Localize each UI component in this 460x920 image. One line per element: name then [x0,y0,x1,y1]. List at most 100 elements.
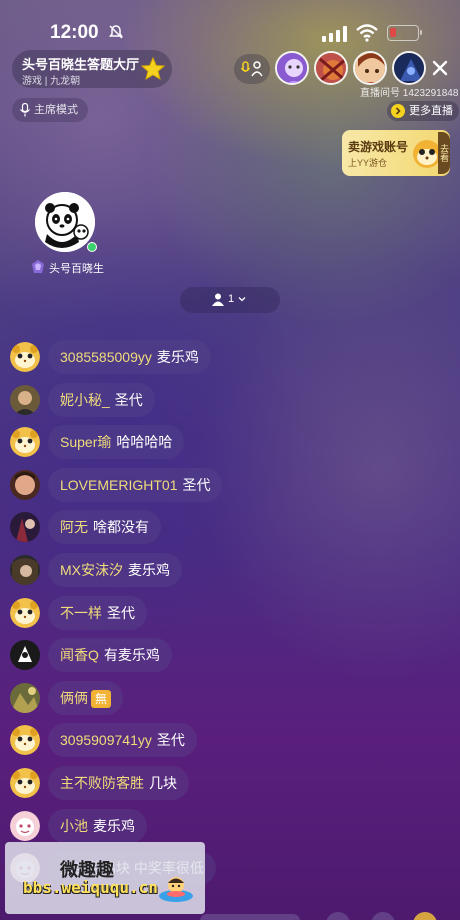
chat-message: 3085585009yy 麦乐鸡 [10,340,450,380]
chat-avatar[interactable] [10,810,40,841]
chat-avatar[interactable] [10,725,40,756]
hamster-avatar-image [10,768,40,798]
chat-bubble: 主不败防客胜 几块 [48,766,189,800]
online-status-dot [87,242,97,252]
chat-text: 圣代 [107,604,135,621]
bottom-toolbar-edge [200,912,437,920]
ad-banner[interactable]: 卖游戏账号 上YY游仓 去看 [342,130,450,176]
status-time: 12:00 [50,22,99,43]
audience-count-button[interactable]: 1 [180,287,280,313]
chat-avatar[interactable] [10,427,40,458]
chat-username[interactable]: LOVEMERIGHT01 [60,477,177,493]
chat-message: 3095909741yy 圣代 [10,723,450,763]
mic-person-icon [241,61,263,77]
room-info-pill[interactable]: 头号百晓生答题大厅 游戏 | 九龙朝 [12,50,172,88]
chat-bubble: 俩俩無 [48,680,123,715]
chat-message: Super瑜 哈哈哈哈 [10,425,450,465]
person-icon [212,293,224,306]
room-title: 头号百晓生答题大厅 [22,57,140,72]
chat-username[interactable]: 闻香Q [60,647,99,663]
chat-text: 圣代 [182,476,211,493]
chat-username[interactable]: 阿无 [60,519,88,535]
microphone-icon [20,103,30,117]
chat-text: 有麦乐鸡 [103,647,160,664]
chat-username[interactable]: 3085585009yy [60,349,152,365]
chat-avatar[interactable] [10,384,40,415]
hamster-avatar-image [10,725,40,756]
emoji-badge: 無 [91,690,111,709]
chat-text: 几块 [149,775,177,791]
chat-message: LOVEMERIGHT01 圣代 [10,467,450,508]
wifi-icon [356,24,378,42]
photo-black-avatar-image [10,640,40,671]
chat-username[interactable]: 主不败防客胜 [60,775,144,791]
room-category: 游戏 | 九龙朝 [22,76,81,87]
battery-level [390,28,396,37]
chat-text: 啥都没有 [93,519,149,536]
chat-avatar[interactable] [10,682,40,713]
chat-message: 俩俩無 [10,680,450,721]
chat-username[interactable]: 小池 [60,818,88,834]
hamster-avatar-image [10,597,40,628]
chat-avatar[interactable] [10,469,40,500]
host-mode-button[interactable]: 主席模式 [12,98,88,122]
photo-gold-avatar-image [10,682,40,713]
chat-message: MX安沫汐 麦乐鸡 [10,553,450,593]
chat-avatar[interactable] [10,512,40,543]
watermark: 微趣趣 bbs.weiququ.cn [5,842,205,914]
viewer-avatar-3[interactable] [353,51,387,85]
chat-username[interactable]: Super瑜 [60,434,111,450]
audience-count: 1 [228,293,235,305]
host-name: 头号百晓生 [49,263,104,275]
signal-icon [322,26,347,42]
more-live-button[interactable]: 更多直播 [387,101,459,121]
status-bar: 12:00 [0,0,460,52]
hamster-avatar-image [10,427,40,458]
chat-avatar[interactable] [10,342,40,372]
host-mode-label: 主席模式 [34,104,78,116]
chat-avatar[interactable] [10,640,40,671]
chat-bubble: 3085585009yy 麦乐鸡 [48,340,211,374]
chat-message: 妮小秘_ 圣代 [10,382,450,423]
viewer-avatar-2[interactable] [314,51,348,85]
chat-bubble: 闻香Q 有麦乐鸡 [48,638,172,673]
swimming-emoji-icon [159,877,193,902]
chat-text: 麦乐鸡 [128,562,170,578]
chat-username[interactable]: 不一样 [60,605,102,621]
chat-username[interactable]: 3095909741yy [60,732,152,748]
viewer-avatar-1[interactable] [275,51,309,85]
chat-username[interactable]: MX安沫汐 [60,562,123,578]
photo-anime-avatar-image [10,512,40,543]
mic-queue-button[interactable] [234,54,270,84]
chat-text: 圣代 [114,391,143,408]
level-gem-icon [32,260,44,273]
bell-muted-icon [109,25,123,39]
battery-icon [387,25,422,41]
chat-text: 麦乐鸡 [93,817,135,834]
ad-subtitle: 上YY游仓 [348,158,388,168]
more-live-label: 更多直播 [409,105,453,117]
photo-face-avatar-image [10,469,40,500]
chat-bubble: Super瑜 哈哈哈哈 [48,425,185,460]
chat-avatar[interactable] [10,555,40,585]
chat-message: 主不败防客胜 几块 [10,766,450,806]
chat-avatar[interactable] [10,597,40,628]
chat-avatar[interactable] [10,768,40,798]
favorite-star-icon[interactable] [140,56,166,82]
close-icon[interactable] [430,58,450,78]
chat-bubble: MX安沫汐 麦乐鸡 [48,553,182,587]
chat-text: 麦乐鸡 [156,349,199,365]
viewer-avatar-4[interactable] [392,51,426,85]
chat-bubble: 不一样 圣代 [48,595,147,630]
chat-username[interactable]: 妮小秘_ [60,392,110,408]
chat-bubble: 阿无 啥都没有 [48,510,161,545]
pink-avatar-image [10,810,40,841]
chat-bubble: 妮小秘_ 圣代 [48,382,155,417]
chevron-down-icon [238,297,246,302]
chat-username[interactable]: 俩俩 [60,690,88,706]
photo-dark-avatar-image [10,555,40,585]
hamster-avatar-image [10,342,40,372]
chat-bubble: 小池 麦乐鸡 [48,808,147,843]
host-avatar[interactable] [35,192,95,252]
photo-brown-avatar-image [10,384,40,415]
